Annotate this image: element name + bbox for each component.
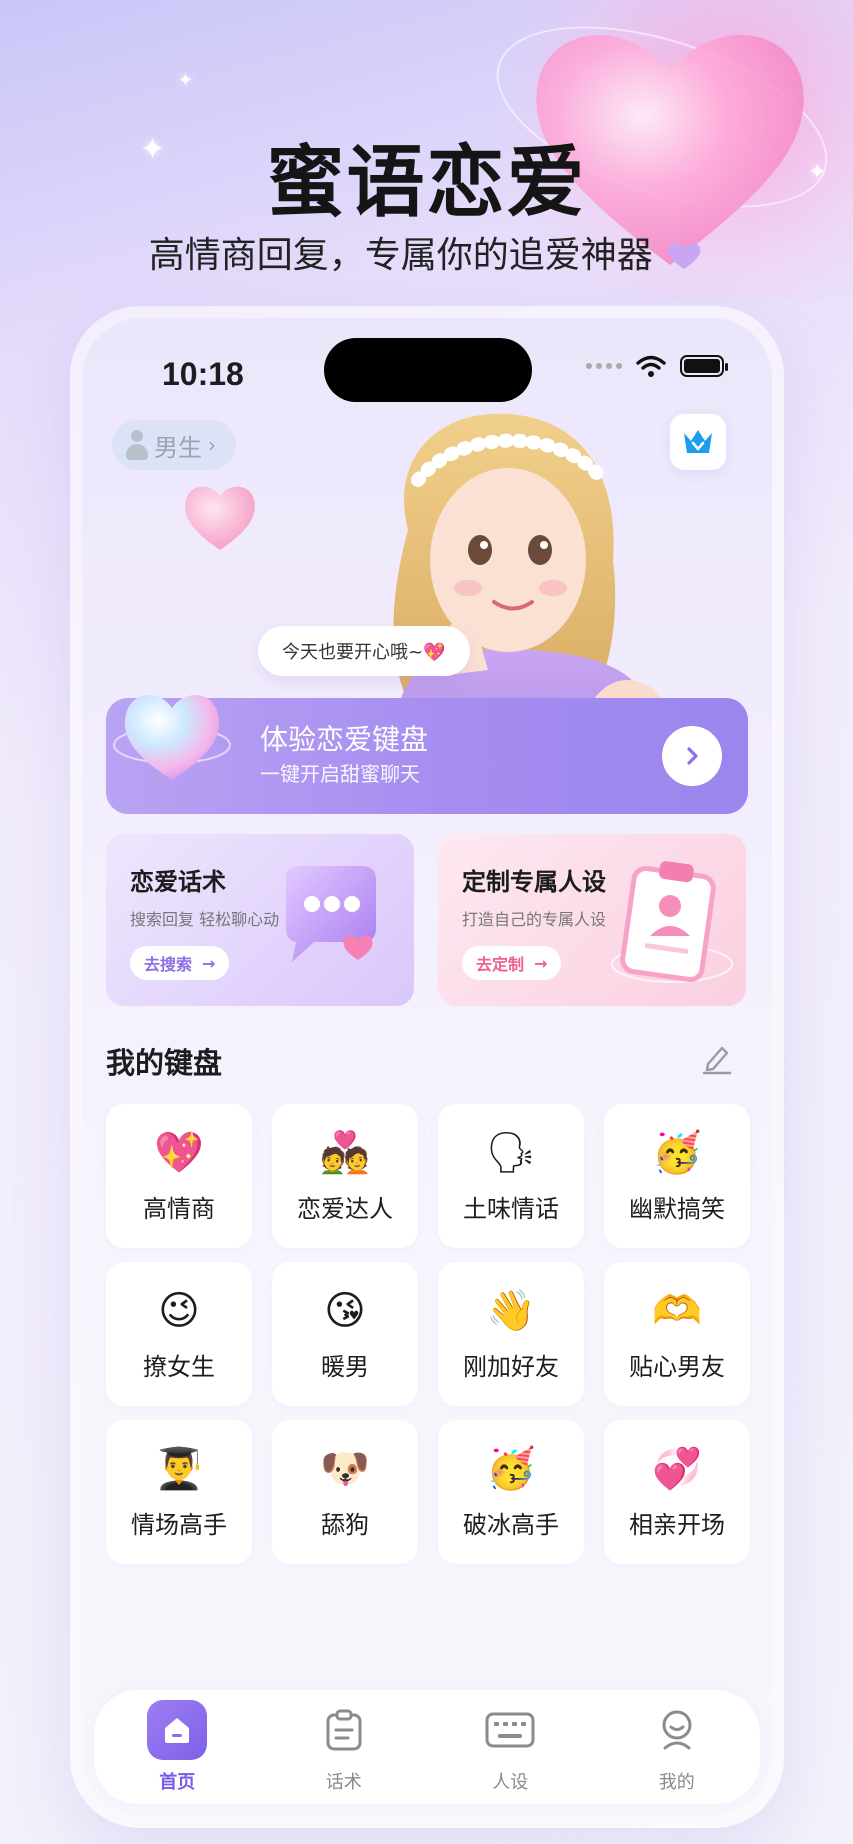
tab-label: 我的	[658, 1772, 695, 1793]
tab-profile[interactable]: 我的	[612, 1700, 742, 1794]
tile-label: 相亲开场	[629, 1510, 725, 1539]
chevron-right-icon: ›	[208, 433, 216, 457]
tab-label: 首页	[159, 1772, 196, 1793]
keyboard-tile[interactable]: 🫶 贴心男友	[604, 1262, 750, 1406]
status-time: 10:18	[162, 356, 244, 392]
party-face-icon: 🥳	[486, 1445, 536, 1492]
floating-heart-icon	[185, 486, 255, 550]
tab-persona[interactable]: 人设	[445, 1700, 575, 1794]
custom-persona-card[interactable]: 定制专属人设 打造自己的专属人设 去定制 →	[438, 834, 746, 1006]
keyboard-tile[interactable]: 🗣 土味情话	[438, 1104, 584, 1248]
crystal-heart-icon	[113, 695, 231, 780]
clipboard-icon	[314, 1700, 374, 1760]
keyboard-tile[interactable]: 😉 撩女生	[106, 1262, 252, 1406]
edit-icon[interactable]	[698, 1040, 734, 1076]
tile-label: 破冰高手	[463, 1510, 559, 1539]
party-face-icon: 🥳	[652, 1129, 702, 1176]
tile-label: 撩女生	[143, 1352, 215, 1381]
sparkle-icon: ✦	[178, 70, 194, 91]
keyboard-tile[interactable]: 🥳 破冰高手	[438, 1420, 584, 1564]
customize-button-label: 去定制	[476, 955, 525, 974]
dog-face-icon: 🐶	[320, 1445, 370, 1492]
tab-label: 话术	[325, 1772, 362, 1793]
tile-label: 恋爱达人	[297, 1194, 393, 1223]
keyboard-tile[interactable]: 🐶 舔狗	[272, 1420, 418, 1564]
customize-button[interactable]: 去定制 →	[462, 946, 562, 980]
my-keyboard-title: 我的键盘	[106, 1046, 223, 1080]
card-title: 恋爱话术	[130, 868, 226, 896]
speaking-head-icon: 🗣	[485, 1129, 537, 1176]
tile-label: 情场高手	[131, 1510, 227, 1539]
tab-phrases[interactable]: 话术	[279, 1700, 409, 1794]
keyboard-tile[interactable]: 👨‍🎓 情场高手	[106, 1420, 252, 1564]
search-button-label: 去搜索	[144, 955, 193, 974]
keyboard-tile[interactable]: 👋 刚加好友	[438, 1262, 584, 1406]
banner-subtitle: 一键开启甜蜜聊天	[260, 762, 420, 786]
banner-title: 体验恋爱键盘	[260, 723, 429, 756]
card-subtitle: 打造自己的专属人设	[462, 910, 607, 929]
heart-hands-icon: 🫶	[652, 1287, 702, 1334]
tile-label: 幽默搞笑	[629, 1194, 725, 1223]
dynamic-island	[324, 338, 532, 402]
love-phrases-card[interactable]: 恋爱话术 搜索回复 轻松聊心动 去搜索 →	[106, 834, 414, 1006]
hero-title: 蜜语恋爱	[266, 138, 587, 228]
card-title: 定制专属人设	[462, 868, 606, 896]
app-screen: 10:18 男生 › 今天也要开心哦~💖 体验恋爱键盘 一键开启甜蜜聊天 恋爱话…	[82, 318, 772, 1816]
keyboard-tile[interactable]: 💖 高情商	[106, 1104, 252, 1248]
tile-label: 舔狗	[321, 1510, 369, 1539]
arrow-right-icon: →	[202, 953, 216, 973]
chevron-right-icon	[687, 747, 698, 765]
tile-label: 暖男	[321, 1352, 369, 1381]
keyboard-tile[interactable]: 💞 相亲开场	[604, 1420, 750, 1564]
wifi-icon	[636, 355, 666, 377]
search-button[interactable]: 去搜索 →	[130, 946, 230, 980]
keyboard-tile[interactable]: 🥳 幽默搞笑	[604, 1104, 750, 1248]
chat-bubble-icon	[286, 866, 376, 962]
signal-icon	[586, 363, 622, 369]
winking-face-icon: 😉	[158, 1287, 200, 1334]
tile-label: 贴心男友	[629, 1352, 725, 1381]
profile-icon	[647, 1700, 707, 1760]
bottom-tab-bar: 首页 话术 人设 我的	[94, 1690, 760, 1804]
tile-label: 土味情话	[463, 1194, 559, 1223]
couple-kiss-icon: 💑	[320, 1129, 370, 1176]
purple-heart-icon	[667, 243, 701, 269]
speech-bubble: 今天也要开心哦~💖	[258, 626, 470, 676]
graduate-icon: 👨‍🎓	[154, 1445, 204, 1492]
person-icon	[126, 430, 148, 460]
tile-label: 刚加好友	[463, 1352, 559, 1381]
sparkling-heart-icon: 💖	[154, 1129, 204, 1176]
status-icons	[586, 354, 728, 378]
gender-label: 男生	[154, 433, 202, 462]
arrow-right-icon: →	[534, 953, 548, 973]
tile-label: 高情商	[143, 1194, 215, 1223]
keyboard-tile[interactable]: 💑 恋爱达人	[272, 1104, 418, 1248]
keyboard-grid: 💖 高情商 💑 恋爱达人 🗣 土味情话 🥳 幽默搞笑 😉 撩女生 😘 暖男 👋 刚加好友 🫶 贴…	[106, 1104, 750, 1564]
hero-subtitle-text: 高情商回复，专属你的追爱神器	[148, 235, 653, 276]
banner-go-button[interactable]	[662, 726, 722, 786]
keyboard-tile[interactable]: 😘 暖男	[272, 1262, 418, 1406]
revolving-hearts-icon: 💞	[652, 1445, 702, 1492]
battery-icon	[680, 355, 728, 377]
home-icon	[147, 1700, 208, 1760]
card-subtitle: 搜索回复 轻松聊心动	[130, 910, 280, 929]
clipboard-profile-icon	[611, 861, 733, 983]
waving-hand-icon: 👋	[486, 1287, 536, 1334]
kissing-face-icon: 😘	[324, 1287, 366, 1334]
tab-label: 人设	[492, 1772, 529, 1793]
hero-subtitle: 高情商回复，专属你的追爱神器	[0, 226, 853, 278]
tab-home[interactable]: 首页	[112, 1700, 242, 1794]
phone-frame: 10:18 男生 › 今天也要开心哦~💖 体验恋爱键盘 一键开启甜蜜聊天 恋爱话…	[70, 306, 784, 1828]
keyboard-icon	[480, 1700, 540, 1760]
gender-selector[interactable]: 男生 ›	[112, 420, 236, 470]
